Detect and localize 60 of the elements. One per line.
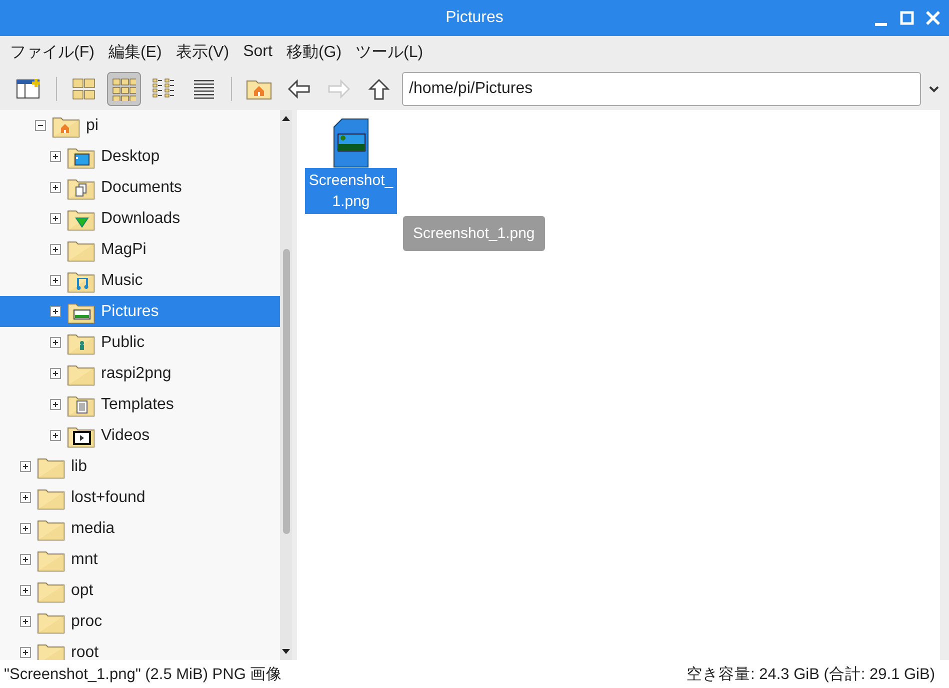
expand-icon[interactable] [50,244,61,255]
menu-item[interactable]: ツール(L) [356,40,424,64]
tree-item[interactable]: media [0,513,280,544]
tree-item[interactable]: proc [0,606,280,637]
tree-item[interactable]: lib [0,451,280,482]
left-arrow-icon [286,78,312,100]
menu-item[interactable]: ファイル(F) [10,40,94,64]
tree-item[interactable]: raspi2png [0,358,280,389]
grid-view-icon [112,77,136,101]
file-name[interactable]: Screenshot_ 1.png [305,168,397,214]
expand-icon[interactable] [20,585,31,596]
tree-item[interactable]: Downloads [0,203,280,234]
tree-item[interactable]: lost+found [0,482,280,513]
expand-icon[interactable] [50,430,61,441]
expand-icon[interactable] [20,554,31,565]
tree-item[interactable]: mnt [0,544,280,575]
tree-item[interactable]: pi [0,110,280,141]
path-field[interactable]: /home/pi/Pictures [402,72,921,106]
expand-icon[interactable] [20,461,31,472]
scroll-down-icon[interactable] [281,648,291,656]
expand-icon[interactable] [20,647,31,658]
up-arrow-icon [366,78,392,100]
expand-icon[interactable] [20,523,31,534]
expand-icon[interactable] [20,616,31,627]
expand-icon[interactable] [50,368,61,379]
tree-item[interactable]: Videos [0,420,280,451]
tree-item[interactable]: Pictures [0,296,280,327]
expand-icon[interactable] [50,337,61,348]
expand-icon[interactable] [50,182,61,193]
menu-item[interactable]: 編集(E) [108,40,162,64]
home-folder-icon [246,78,272,100]
right-arrow-icon [326,78,352,100]
tree-item[interactable]: Music [0,265,280,296]
expand-icon[interactable] [50,306,61,317]
expand-icon[interactable] [50,275,61,286]
grid-view-icon [72,77,96,101]
tree-item[interactable]: root [0,637,280,660]
tree-item[interactable]: opt [0,575,280,606]
expand-icon[interactable] [50,399,61,410]
expand-icon[interactable] [50,151,61,162]
list-view-icon [192,77,216,101]
disk-space-text: 空き容量: 24.3 GiB (合計: 29.1 GiB) [686,664,935,684]
menu-item[interactable]: Sort [243,41,272,63]
collapse-icon[interactable] [35,120,46,131]
window-icon [16,78,42,100]
status-text: "Screenshot_1.png" (2.5 MiB) PNG 画像 [4,664,282,684]
expand-icon[interactable] [20,492,31,503]
tree-item[interactable]: Desktop [0,141,280,172]
image-file-icon[interactable] [332,118,370,168]
scrollbar[interactable] [280,110,292,660]
expand-icon[interactable] [50,213,61,224]
window-title: Pictures [446,9,504,27]
tree-item[interactable]: Documents [0,172,280,203]
scroll-up-icon[interactable] [281,114,291,122]
tree-item[interactable]: Templates [0,389,280,420]
menu-item[interactable]: 移動(G) [286,40,342,64]
tree-item[interactable]: Public [0,327,280,358]
menu-item[interactable]: 表示(V) [176,40,230,64]
tooltip: Screenshot_1.png [403,216,545,251]
tree-item[interactable]: MagPi [0,234,280,265]
